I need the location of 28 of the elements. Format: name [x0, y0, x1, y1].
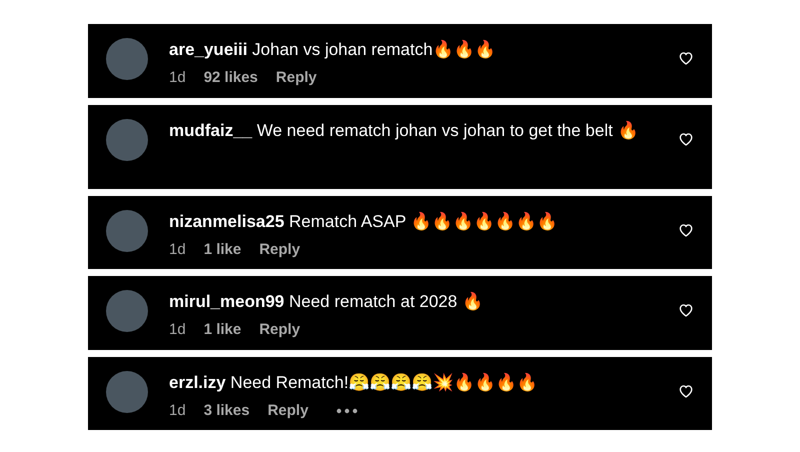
likes-count[interactable]: 1 like — [204, 238, 242, 261]
reply-link[interactable]: Reply — [276, 67, 317, 90]
like-heart-icon[interactable] — [678, 130, 694, 146]
reply-link[interactable]: Reply — [259, 319, 300, 342]
comment-text: nizanmelisa25 Rematch ASAP 🔥🔥🔥🔥🔥🔥🔥 — [169, 210, 559, 232]
likes-count[interactable]: 3 likes — [204, 400, 250, 422]
comment-age: 1d — [169, 68, 186, 88]
like-heart-icon[interactable] — [678, 382, 694, 398]
like-heart-icon[interactable] — [678, 302, 694, 318]
comment-age: 1d — [169, 320, 186, 340]
avatar-placeholder[interactable] — [106, 118, 148, 160]
reply-link[interactable]: Reply — [259, 238, 300, 261]
comment-text: are_yueiii Johan vs johan rematch🔥🔥🔥 — [169, 39, 497, 61]
avatar-placeholder[interactable] — [106, 370, 148, 412]
avatar-placeholder[interactable] — [106, 290, 148, 332]
avatar-placeholder[interactable] — [106, 210, 148, 252]
comment-text: mudfaiz__ We need rematch johan vs johan to get the belt 🔥 — [169, 120, 640, 142]
likes-count[interactable]: 1 like — [204, 319, 242, 342]
like-heart-icon[interactable] — [678, 222, 694, 238]
more-options-icon[interactable] — [336, 408, 358, 414]
comment-age: 1d — [169, 400, 186, 420]
comment-text: mirul_meon99 Need rematch at 2028 🔥 — [169, 291, 484, 313]
likes-count[interactable]: 92 likes — [204, 67, 258, 90]
comment-age: 1d — [169, 240, 186, 260]
comment-text: erzl.izy Need Rematch!😤😤😤😤💥🔥🔥🔥🔥 — [169, 372, 539, 394]
reply-link[interactable]: Reply — [268, 400, 308, 422]
avatar-placeholder[interactable] — [106, 38, 148, 80]
like-heart-icon[interactable] — [678, 50, 694, 66]
